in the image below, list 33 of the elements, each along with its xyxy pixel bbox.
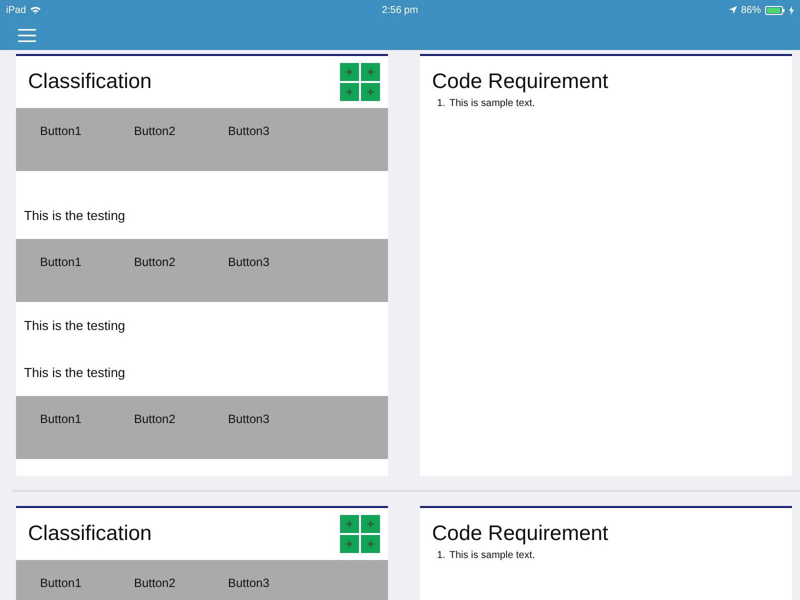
list-number: 1. bbox=[437, 550, 446, 561]
bar-button[interactable]: Button2 bbox=[122, 108, 216, 138]
card-title: Classification bbox=[28, 522, 152, 546]
card-title: Code Requirement bbox=[432, 70, 608, 93]
bar-button[interactable]: Button1 bbox=[28, 396, 122, 426]
battery-percentage: 86% bbox=[740, 4, 761, 16]
battery-icon bbox=[765, 6, 785, 14]
add-button[interactable] bbox=[340, 515, 380, 553]
testing-text: This is the testing bbox=[24, 208, 126, 223]
testing-text: This is the testing bbox=[24, 365, 126, 380]
bar-button[interactable]: Button1 bbox=[28, 560, 122, 590]
bar-button[interactable]: Button3 bbox=[216, 239, 310, 269]
status-time: 2:56 pm bbox=[382, 4, 418, 16]
bar-button[interactable]: Button2 bbox=[122, 239, 216, 269]
carrier-label: iPad bbox=[6, 4, 26, 16]
bar-button[interactable]: Button1 bbox=[28, 108, 122, 138]
bar-button[interactable]: Button3 bbox=[216, 396, 310, 426]
list-number: 1. bbox=[437, 98, 446, 109]
bar-button[interactable]: Button2 bbox=[122, 560, 216, 590]
bar-button[interactable]: Button3 bbox=[216, 108, 310, 138]
list-item-text: This is sample text. bbox=[449, 98, 535, 109]
location-arrow-icon bbox=[728, 6, 737, 14]
card-title: Code Requirement bbox=[432, 522, 608, 545]
menu-button[interactable] bbox=[18, 28, 36, 42]
bar-button[interactable]: Button1 bbox=[28, 239, 122, 269]
charging-bolt-icon bbox=[789, 6, 794, 14]
list-item-text: This is sample text. bbox=[449, 550, 535, 561]
bar-button[interactable]: Button3 bbox=[216, 560, 310, 590]
bar-button[interactable]: Button2 bbox=[122, 396, 216, 426]
add-button[interactable] bbox=[340, 63, 380, 101]
testing-text: This is the testing bbox=[24, 318, 126, 333]
card-title: Classification bbox=[28, 70, 152, 94]
wifi-icon bbox=[30, 6, 42, 14]
